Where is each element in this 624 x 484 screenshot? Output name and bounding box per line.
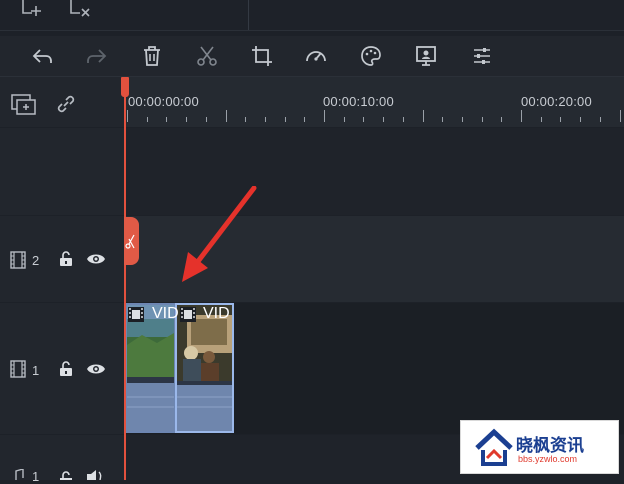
annotation-arrow xyxy=(176,186,258,286)
ruler-tick xyxy=(600,117,601,122)
playhead[interactable] xyxy=(124,77,126,480)
ruler-tick xyxy=(226,110,227,122)
ruler-tick xyxy=(245,117,246,122)
top-panel-divider xyxy=(248,0,249,30)
split-button[interactable] xyxy=(124,217,139,265)
watermark-logo xyxy=(475,428,513,468)
ruler-tick xyxy=(285,117,286,122)
ruler-tick xyxy=(166,117,167,122)
clip-thumbnail xyxy=(177,305,232,431)
film-icon xyxy=(128,307,144,322)
ruler-tick xyxy=(541,117,542,122)
undo-icon[interactable] xyxy=(31,44,55,68)
lock-icon[interactable] xyxy=(59,251,73,267)
ruler-tick xyxy=(363,117,364,122)
speaker-icon[interactable] xyxy=(86,470,106,480)
ruler-timecode-20: 00:00:20:00 xyxy=(521,94,592,109)
adjust-sliders-icon[interactable] xyxy=(470,44,494,68)
watermark-url: bbs.yzwlo.com xyxy=(518,454,578,464)
delete-icon[interactable] xyxy=(140,44,164,68)
crop-icon[interactable] xyxy=(250,44,274,68)
video-track-icon xyxy=(10,251,26,269)
ruler-tick xyxy=(462,117,463,122)
clip-thumbnail xyxy=(127,305,174,431)
clip-label: VID xyxy=(152,305,179,322)
film-icon xyxy=(180,307,196,322)
add-media-icon[interactable] xyxy=(20,0,44,20)
ruler-tick xyxy=(383,117,384,122)
link-icon[interactable] xyxy=(55,93,77,115)
ruler-timecode-10: 00:00:10:00 xyxy=(323,94,394,109)
ruler-tick xyxy=(324,110,325,122)
lock-icon[interactable] xyxy=(59,471,73,480)
eye-icon[interactable] xyxy=(86,252,106,266)
playhead-handle[interactable] xyxy=(121,77,129,97)
ruler-tick xyxy=(265,117,266,122)
ruler-tick xyxy=(127,110,128,122)
track-number: 2 xyxy=(32,253,40,268)
ruler-tick xyxy=(521,110,522,122)
lock-icon[interactable] xyxy=(59,361,73,377)
ruler-tick xyxy=(304,117,305,122)
ruler-tick xyxy=(580,117,581,122)
ruler-timecode-0: 00:00:00:00 xyxy=(128,94,199,109)
track-number: 1 xyxy=(32,363,40,378)
ruler-tick xyxy=(186,117,187,122)
remove-media-icon[interactable] xyxy=(68,0,92,20)
track-number: 1 xyxy=(32,469,40,484)
clip-label: VID xyxy=(203,305,230,322)
music-note-icon xyxy=(12,469,24,480)
ruler-tick xyxy=(501,117,502,122)
video-track-icon xyxy=(10,360,26,378)
ruler-tick xyxy=(482,117,483,122)
add-track-icon[interactable] xyxy=(11,94,37,116)
green-screen-icon[interactable] xyxy=(414,44,438,68)
ruler-tick xyxy=(442,117,443,122)
scissors-icon xyxy=(125,234,135,249)
color-palette-icon[interactable] xyxy=(359,44,383,68)
ruler-tick xyxy=(147,117,148,122)
ruler-tick xyxy=(423,110,424,122)
ruler-tick xyxy=(560,117,561,122)
cut-icon[interactable] xyxy=(195,44,219,68)
ruler-tick xyxy=(620,110,621,122)
speed-icon[interactable] xyxy=(304,44,328,68)
track-header-empty xyxy=(0,128,125,215)
redo-icon[interactable] xyxy=(84,44,108,68)
ruler-tick xyxy=(206,117,207,122)
ruler-tick xyxy=(344,117,345,122)
eye-icon[interactable] xyxy=(86,362,106,376)
watermark-title: 晓枫资讯 xyxy=(516,436,584,456)
ruler-tick xyxy=(403,117,404,122)
